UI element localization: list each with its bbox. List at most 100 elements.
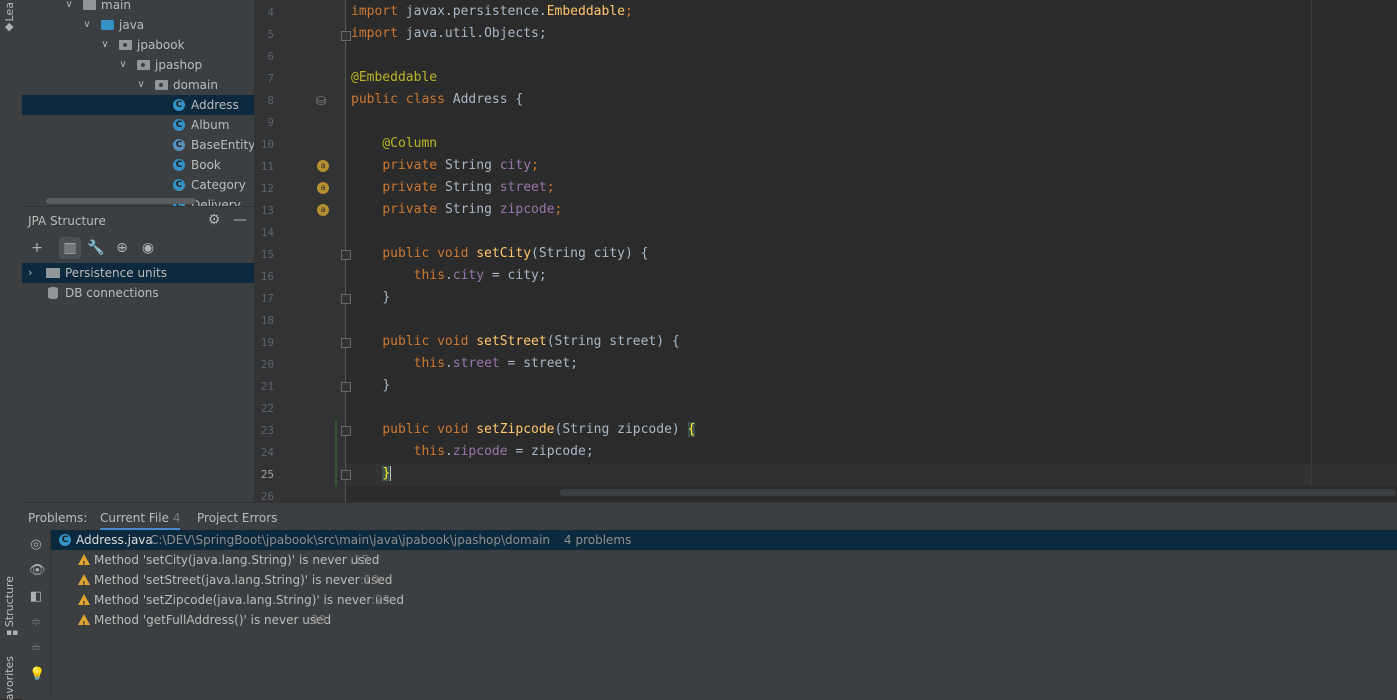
code-line-25[interactable]: } bbox=[351, 466, 392, 481]
line-number: 23 bbox=[260, 424, 274, 437]
tree-item-domain[interactable]: ∨ domain bbox=[22, 75, 254, 95]
tab-project-errors[interactable]: Project Errors bbox=[197, 511, 277, 525]
problem-item[interactable]: Method 'setStreet(java.lang.String)' is … bbox=[51, 570, 1397, 595]
tree-item-jpabook[interactable]: ∨ jpabook bbox=[22, 35, 254, 55]
auto-scroll-icon[interactable]: ◎ bbox=[29, 538, 43, 552]
columns-icon[interactable]: ▥ bbox=[59, 237, 81, 259]
code-line-12[interactable]: private String street; bbox=[351, 180, 554, 195]
scrollbar-thumb[interactable] bbox=[560, 489, 1396, 496]
persistence-units-item[interactable]: › Persistence units bbox=[22, 263, 254, 283]
eye-icon[interactable]: 👁 bbox=[29, 564, 46, 578]
tree-item-category[interactable]: C Category bbox=[22, 175, 254, 195]
jpa-entity-icon[interactable]: ⛁ bbox=[316, 94, 326, 108]
fold-marker-icon[interactable] bbox=[341, 338, 351, 348]
fold-marker-icon[interactable] bbox=[341, 31, 351, 41]
tab-current-file[interactable]: Current File 4 bbox=[100, 511, 181, 531]
collapse-all-icon[interactable]: ≐ bbox=[29, 642, 43, 656]
package-icon bbox=[137, 60, 150, 70]
line-number: 4 bbox=[267, 6, 274, 19]
minimize-icon[interactable]: — bbox=[232, 212, 248, 228]
lightbulb-icon[interactable]: 💡 bbox=[29, 668, 45, 682]
line-number: 15 bbox=[260, 248, 274, 261]
text-caret bbox=[390, 466, 392, 481]
add-icon[interactable]: + bbox=[26, 237, 48, 259]
chevron-down-icon[interactable]: ∨ bbox=[64, 0, 74, 15]
code-line-20[interactable]: this.street = street; bbox=[351, 356, 578, 371]
caret-row-highlight bbox=[346, 464, 1397, 486]
code-line-8[interactable]: public class Address { bbox=[351, 92, 523, 107]
warning-icon bbox=[78, 574, 90, 595]
file-path: C:\DEV\SpringBoot\jpabook\src\main\java\… bbox=[150, 533, 551, 547]
line-number: 20 bbox=[260, 358, 274, 371]
attribute-icon[interactable]: a bbox=[317, 182, 329, 194]
problem-item[interactable]: Method 'setZipcode(java.lang.String)' is… bbox=[51, 590, 1397, 615]
tree-item-baseentity[interactable]: C BaseEntity bbox=[22, 135, 254, 155]
tree-item-album[interactable]: C Album bbox=[22, 115, 254, 135]
jpa-structure-panel: JPA Structure ⚙ — + ▥ 🔧 ⊕ ◉ › Persistenc… bbox=[22, 206, 254, 503]
fold-marker-icon[interactable] bbox=[341, 426, 351, 436]
code-line-10[interactable]: @Column bbox=[351, 136, 437, 151]
tree-item-jpashop[interactable]: ∨ jpashop bbox=[22, 55, 254, 75]
preview-icon[interactable]: ◧ bbox=[29, 590, 43, 604]
tree-item-main[interactable]: ∨ main bbox=[22, 0, 254, 15]
fold-marker-icon[interactable] bbox=[341, 250, 351, 260]
code-line-19[interactable]: public void setStreet(String street) { bbox=[351, 334, 679, 349]
project-tree: ∨ main ∨ java ∨ jpabook ∨ jpashop ∨ doma… bbox=[22, 0, 254, 206]
tree-item-address[interactable]: C Address bbox=[22, 95, 254, 115]
tree-item-book[interactable]: C Book bbox=[22, 155, 254, 175]
code-line-24[interactable]: this.zipcode = zipcode; bbox=[351, 444, 594, 459]
fold-marker-icon[interactable] bbox=[341, 470, 351, 480]
line-number: 6 bbox=[267, 50, 274, 63]
learn-tab[interactable]: Lea bbox=[3, 2, 16, 21]
fold-marker-icon[interactable] bbox=[341, 382, 351, 392]
attribute-icon[interactable]: a bbox=[317, 204, 329, 216]
target-icon[interactable]: ⊕ bbox=[111, 237, 133, 259]
expand-all-icon[interactable]: ≑ bbox=[29, 616, 43, 630]
tab-count: 4 bbox=[172, 511, 181, 525]
fold-marker-icon[interactable] bbox=[341, 294, 351, 304]
problems-label: Problems: bbox=[28, 511, 88, 525]
class-icon: C bbox=[173, 99, 185, 111]
structure-icon[interactable]: ▪▪ bbox=[6, 628, 18, 638]
line-number: 7 bbox=[267, 72, 274, 85]
chevron-down-icon[interactable]: ∨ bbox=[118, 55, 128, 75]
code-line-17[interactable]: } bbox=[351, 290, 390, 305]
wrench-icon[interactable]: 🔧 bbox=[85, 237, 107, 259]
chevron-right-icon[interactable]: › bbox=[28, 263, 32, 283]
problem-item[interactable]: Method 'getFullAddress()' is never used … bbox=[51, 610, 1397, 635]
matched-brace: } bbox=[382, 466, 391, 481]
persistence-icon bbox=[46, 268, 60, 278]
db-connections-item[interactable]: DB connections bbox=[22, 283, 254, 303]
class-icon: C bbox=[173, 159, 185, 171]
tree-item-java[interactable]: ∨ java bbox=[22, 15, 254, 35]
line-number: 18 bbox=[260, 314, 274, 327]
line-number: 13 bbox=[260, 204, 274, 217]
code-line-15[interactable]: public void setCity(String city) { bbox=[351, 246, 648, 261]
matched-brace: { bbox=[687, 422, 696, 437]
problem-file-row[interactable]: C Address.java C:\DEV\SpringBoot\jpabook… bbox=[51, 530, 1397, 550]
gear-icon[interactable]: ⚙ bbox=[206, 212, 222, 228]
horizontal-scrollbar[interactable] bbox=[46, 198, 196, 204]
chevron-down-icon[interactable]: ∨ bbox=[136, 75, 146, 95]
warning-icon bbox=[78, 594, 90, 615]
code-line-7[interactable]: @Embeddable bbox=[351, 70, 437, 85]
line-number: 19 bbox=[260, 336, 274, 349]
line-number: 14 bbox=[260, 226, 274, 239]
learn-icon[interactable]: ◆ bbox=[5, 20, 13, 33]
problem-item[interactable]: Method 'setCity(java.lang.String)' is ne… bbox=[51, 550, 1397, 575]
warning-icon bbox=[78, 554, 90, 575]
code-line-23[interactable]: public void setZipcode(String zipcode) { bbox=[351, 422, 696, 437]
chevron-down-icon[interactable]: ∨ bbox=[82, 15, 92, 35]
favorites-tab[interactable]: avorites bbox=[3, 656, 16, 700]
code-line-13[interactable]: private String zipcode; bbox=[351, 202, 562, 217]
code-line-11[interactable]: private String city; bbox=[351, 158, 539, 173]
line-number: 24 bbox=[260, 446, 274, 459]
attribute-icon[interactable]: a bbox=[317, 160, 329, 172]
code-line-16[interactable]: this.city = city; bbox=[351, 268, 547, 283]
structure-tab[interactable]: Structure bbox=[3, 576, 16, 627]
code-line-4[interactable]: import javax.persistence.Embeddable; bbox=[351, 4, 633, 19]
eye-icon[interactable]: ◉ bbox=[137, 237, 159, 259]
chevron-down-icon[interactable]: ∨ bbox=[100, 35, 110, 55]
code-line-5[interactable]: import java.util.Objects; bbox=[351, 26, 547, 41]
code-line-21[interactable]: } bbox=[351, 378, 390, 393]
